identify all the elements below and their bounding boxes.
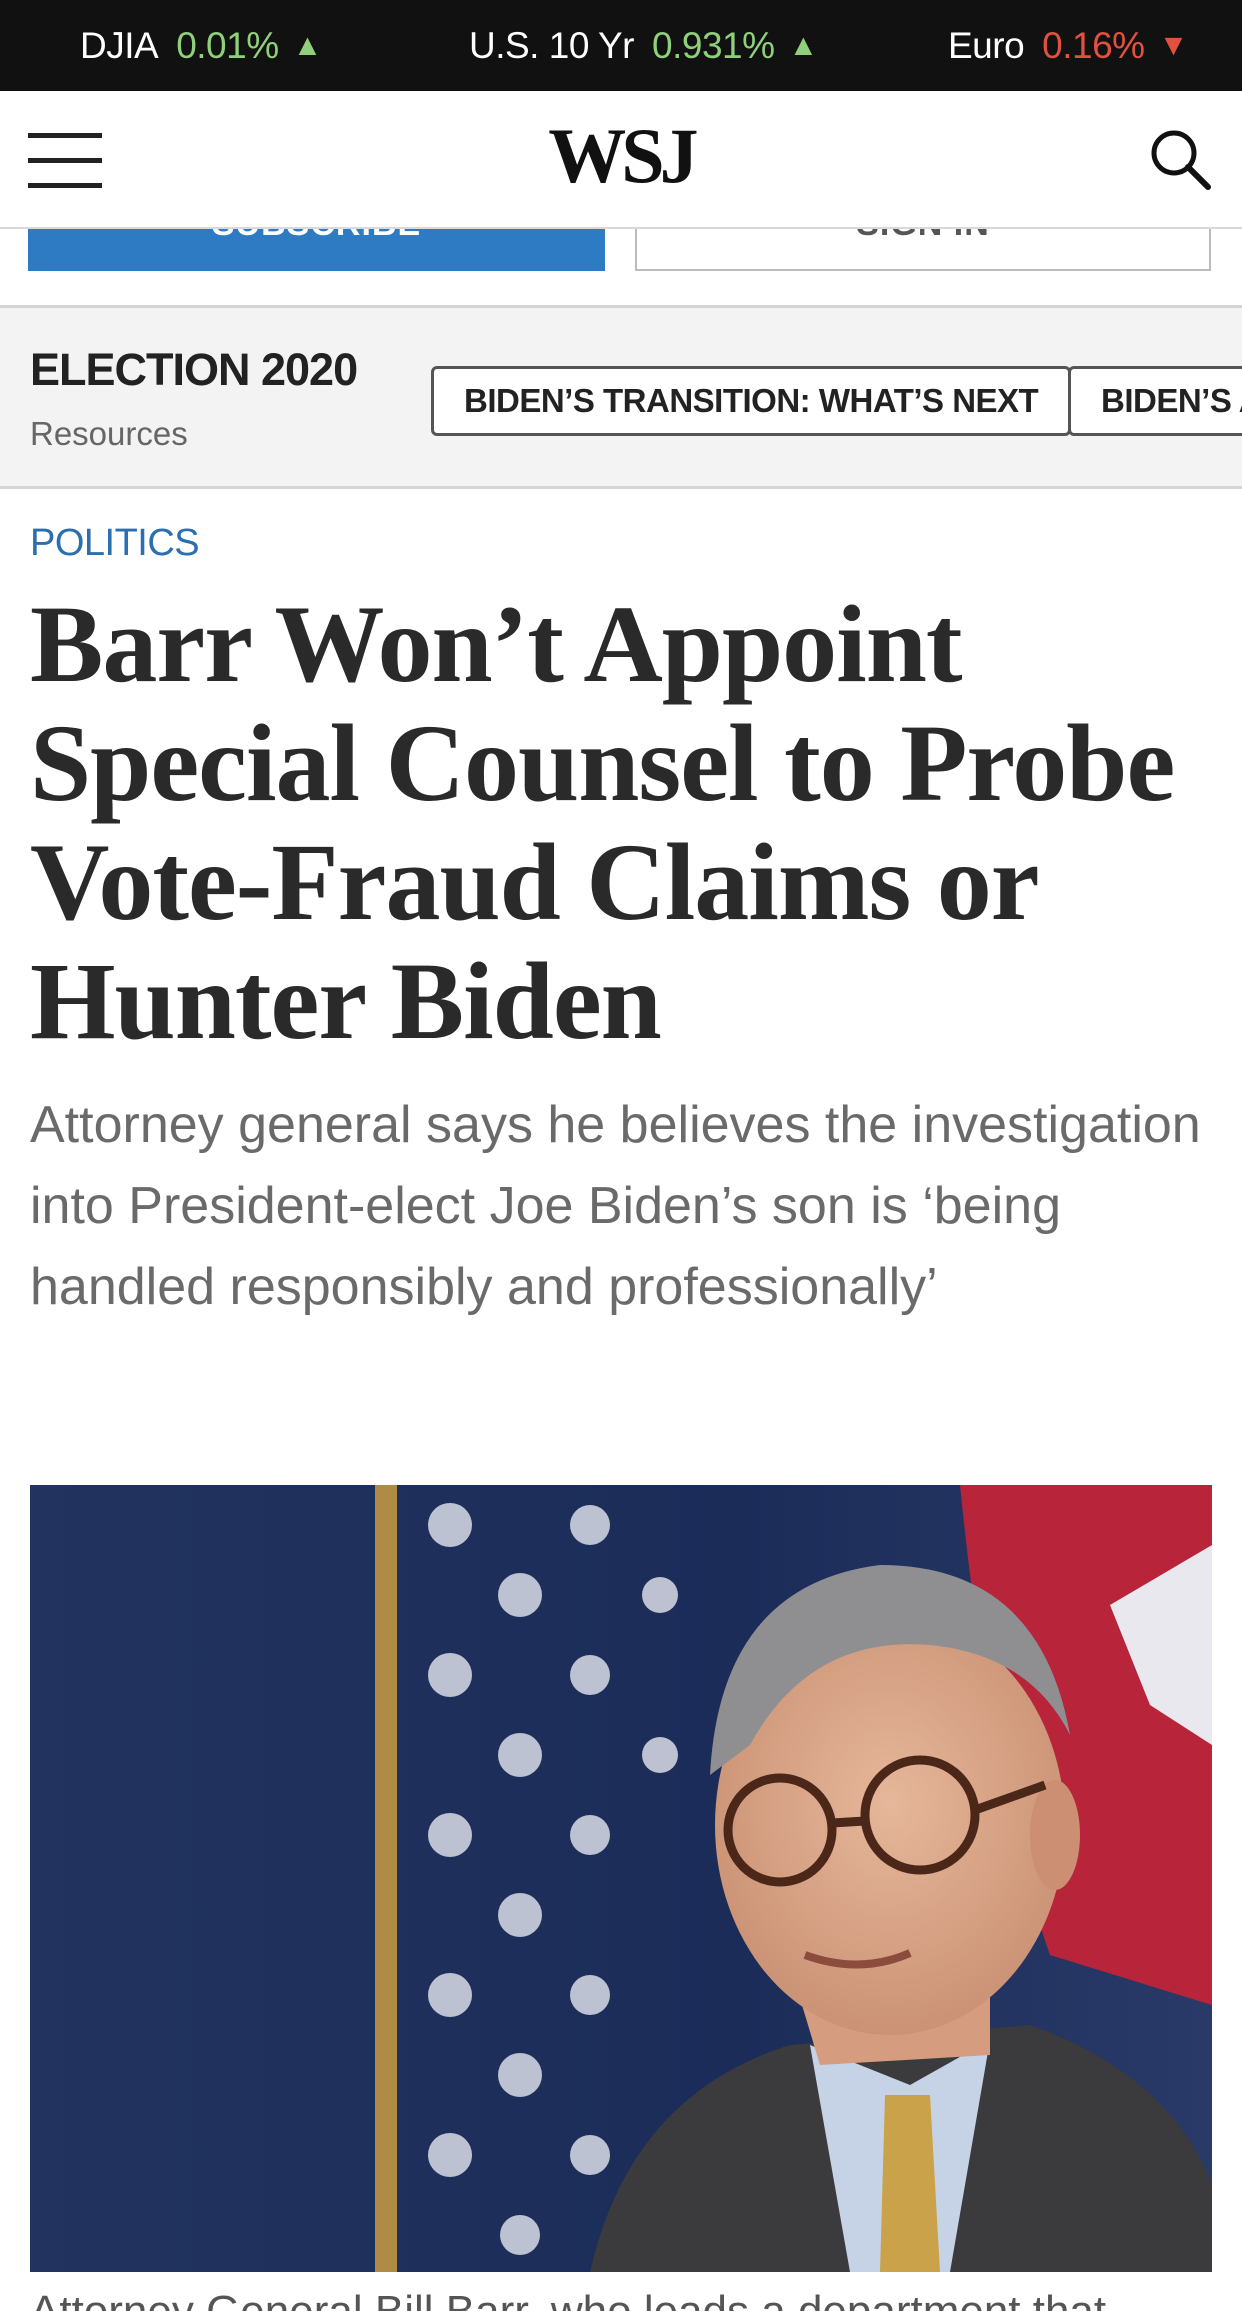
election-link-transition[interactable]: BIDEN’S TRANSITION: WHAT’S NEXT	[431, 366, 1072, 436]
search-icon[interactable]	[1148, 127, 1212, 191]
article-photo	[30, 1485, 1212, 2272]
election-2020-strip: ELECTION 2020 Resources BIDEN’S TRANSITI…	[0, 305, 1242, 489]
ticker-name: DJIA	[80, 24, 159, 66]
article-category[interactable]: POLITICS	[30, 522, 200, 565]
photo-caption: Attorney General Bill Barr, who leads a …	[30, 2282, 1220, 2311]
arrow-up-icon: ▲	[292, 28, 323, 62]
ticker-item-us10yr[interactable]: U.S. 10 Yr 0.931% ▲	[469, 0, 818, 91]
election-title[interactable]: ELECTION 2020	[30, 344, 358, 396]
photo-caption-text: Attorney General Bill Barr, who leads a …	[30, 2282, 1220, 2311]
ticker-value: 0.01%	[176, 24, 279, 66]
wsj-logo[interactable]: WSJ	[0, 111, 1242, 201]
article-dek: Attorney general says he believes the in…	[30, 1096, 1201, 1316]
election-subtitle: Resources	[30, 415, 188, 452]
ticker-name: U.S. 10 Yr	[469, 24, 635, 66]
article-headline: Barr Won’t Appoint Special Counsel to Pr…	[30, 583, 1175, 1062]
arrow-up-icon: ▲	[788, 28, 819, 62]
ticker-value: 0.931%	[652, 24, 775, 66]
ticker-name: Euro	[948, 24, 1025, 66]
ticker-item-djia[interactable]: DJIA 0.01% ▲	[80, 0, 322, 91]
election-link-administration[interactable]: BIDEN’S ADMINISTRATION	[1068, 366, 1242, 436]
subscribe-button[interactable]: SUBSCRIBE	[28, 229, 605, 271]
sign-in-button[interactable]: SIGN IN	[635, 229, 1211, 271]
auth-buttons: SUBSCRIBE SIGN IN	[0, 229, 1242, 305]
market-ticker: DJIA 0.01% ▲ U.S. 10 Yr 0.931% ▲ Euro 0.…	[0, 0, 1242, 91]
arrow-down-icon: ▼	[1158, 28, 1189, 62]
site-header: WSJ	[0, 91, 1242, 229]
ticker-value: 0.16%	[1042, 24, 1145, 66]
ticker-item-euro[interactable]: Euro 0.16% ▼	[948, 0, 1188, 91]
